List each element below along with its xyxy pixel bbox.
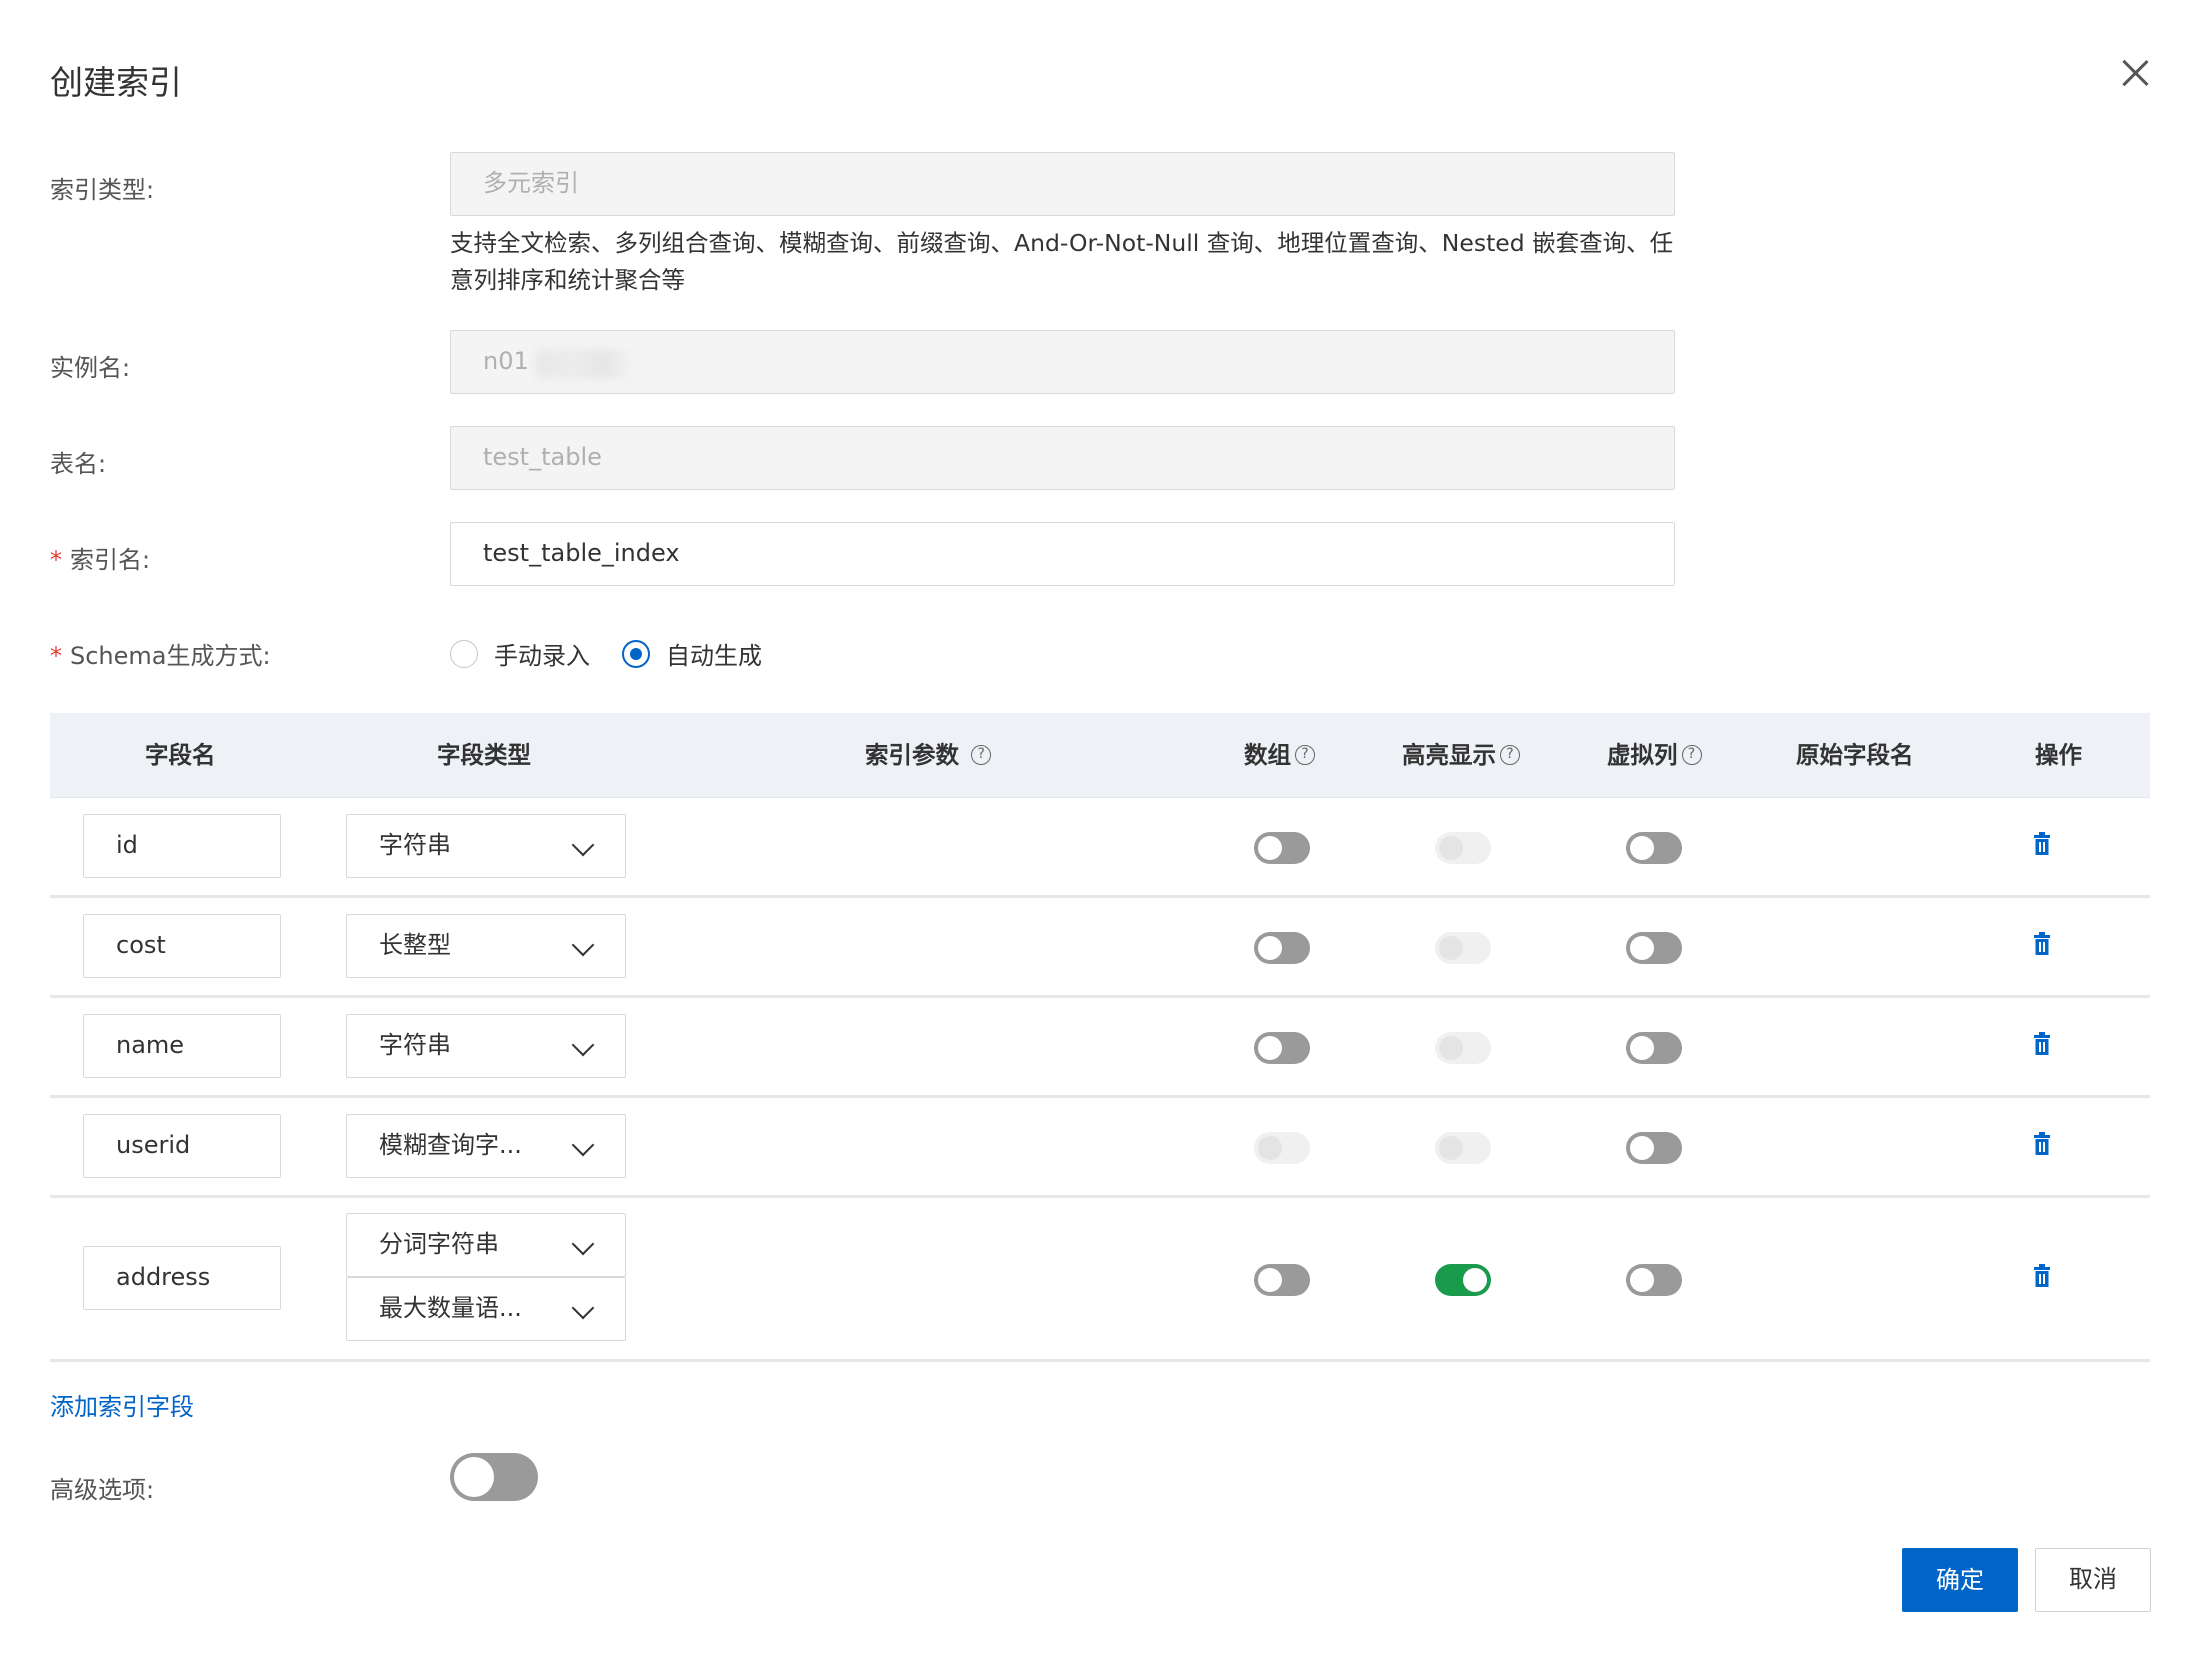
virtual-toggle[interactable] [1626,1264,1682,1296]
field-type-value: 长整型 [379,931,451,959]
dialog-title: 创建索引 [50,63,182,102]
highlight-toggle [1435,1132,1491,1164]
field-type-select[interactable]: 模糊查询字... [346,1114,626,1178]
radio-circle[interactable] [450,639,478,668]
chevron-down-icon [571,1033,595,1057]
trash-icon[interactable] [2032,1264,2052,1288]
table-row: cost 长整型 [50,898,2150,998]
virtual-toggle[interactable] [1626,1032,1682,1064]
add-index-field-link[interactable]: 添加索引字段 [50,1387,194,1422]
th-actions: 操作 [2035,741,2082,769]
table-row: address 分词字符串 最大数量语... [50,1198,2150,1362]
chevron-down-icon [571,1296,595,1320]
field-name-input[interactable]: userid [83,1114,281,1178]
chevron-down-icon [571,933,595,957]
radio-manual[interactable]: 手动录入 [450,636,590,671]
th-source-field: 原始字段名 [1796,741,1914,769]
schema-mode-label: * Schema生成方式: [50,636,271,671]
field-name-input[interactable]: id [83,814,281,878]
th-highlight: 高亮显示? [1402,713,1520,798]
array-toggle[interactable] [1254,932,1310,964]
field-type-value: 分词字符串 [379,1230,499,1258]
confirm-button[interactable]: 确定 [1902,1548,2018,1612]
chevron-down-icon [571,1232,595,1256]
th-array: 数组? [1244,713,1315,798]
field-type-select[interactable]: 字符串 [346,814,626,878]
table-header: 字段名 字段类型 索引参数 ? 数组? 高亮显示? 虚拟列? 原始字段名 操作 [50,713,2150,798]
chevron-down-icon [571,833,595,857]
cancel-button[interactable]: 取消 [2035,1548,2151,1612]
th-index-params: 索引参数 ? [865,713,992,798]
index-name-label-text: 索引名: [70,546,151,574]
instance-label: 实例名: [50,354,131,382]
highlight-toggle [1435,832,1491,864]
table-row: name 字符串 [50,998,2150,1098]
array-toggle [1254,1132,1310,1164]
th-array-label: 数组 [1244,741,1291,769]
th-virtual-label: 虚拟列 [1607,741,1678,769]
field-type-value: 字符串 [379,1031,451,1059]
help-icon[interactable]: ? [1295,744,1315,765]
table-label: 表名: [50,450,107,478]
array-toggle[interactable] [1254,832,1310,864]
advanced-options-label: 高级选项: [50,1476,155,1504]
trash-icon[interactable] [2032,1132,2052,1156]
close-icon[interactable] [2118,56,2152,90]
array-toggle[interactable] [1254,1264,1310,1296]
trash-icon[interactable] [2032,932,2052,956]
trash-icon[interactable] [2032,1032,2052,1056]
virtual-toggle[interactable] [1626,1132,1682,1164]
create-index-dialog: 创建索引 索引类型: 多元索引 支持全文检索、多列组合查询、模糊查询、前缀查询、… [0,0,2200,1662]
redacted-mask [535,349,635,379]
field-name-input[interactable]: address [83,1246,281,1310]
index-type-field: 多元索引 [450,152,1675,216]
th-virtual: 虚拟列? [1607,713,1702,798]
radio-circle-selected[interactable] [622,639,650,668]
trash-icon[interactable] [2032,832,2052,856]
th-field-name: 字段名 [145,741,216,769]
highlight-toggle [1435,932,1491,964]
highlight-toggle[interactable] [1435,1264,1491,1296]
advanced-options-toggle[interactable] [450,1453,538,1501]
analyzer-value: 最大数量语... [379,1294,522,1322]
analyzer-select[interactable]: 最大数量语... [346,1277,626,1341]
virtual-toggle[interactable] [1626,932,1682,964]
field-type-value: 字符串 [379,831,451,859]
help-icon[interactable]: ? [1681,744,1702,765]
array-toggle[interactable] [1254,1032,1310,1064]
th-index-params-label: 索引参数 [865,741,959,769]
chevron-down-icon [571,1133,595,1157]
highlight-toggle [1435,1032,1491,1064]
help-icon[interactable]: ? [971,744,992,765]
table-row: userid 模糊查询字... [50,1098,2150,1198]
field-type-select[interactable]: 长整型 [346,914,626,978]
field-type-select[interactable]: 分词字符串 [346,1213,626,1277]
table-field: test_table [450,426,1675,490]
index-name-label: * 索引名: [50,540,150,575]
radio-auto[interactable]: 自动生成 [622,636,762,671]
index-name-input[interactable]: test_table_index [450,522,1675,586]
radio-manual-label: 手动录入 [494,642,590,670]
fields-table: 字段名 字段类型 索引参数 ? 数组? 高亮显示? 虚拟列? 原始字段名 操作 … [50,713,2150,1362]
field-name-input[interactable]: name [83,1014,281,1078]
field-type-select[interactable]: 字符串 [346,1014,626,1078]
required-mark: * [50,642,62,670]
table-row: id 字符串 [50,798,2150,898]
field-name-input[interactable]: cost [83,914,281,978]
required-mark: * [50,546,62,574]
th-field-type: 字段类型 [437,741,531,769]
schema-mode-radio-group: 手动录入 自动生成 [450,636,794,671]
radio-auto-label: 自动生成 [666,642,762,670]
virtual-toggle[interactable] [1626,832,1682,864]
th-highlight-label: 高亮显示 [1402,741,1496,769]
field-type-value: 模糊查询字... [379,1131,522,1159]
index-type-label: 索引类型: [50,176,155,204]
schema-mode-label-text: Schema生成方式: [70,642,271,670]
index-type-description: 支持全文检索、多列组合查询、模糊查询、前缀查询、And-Or-Not-Null … [450,229,1674,294]
help-icon[interactable]: ? [1500,744,1520,765]
